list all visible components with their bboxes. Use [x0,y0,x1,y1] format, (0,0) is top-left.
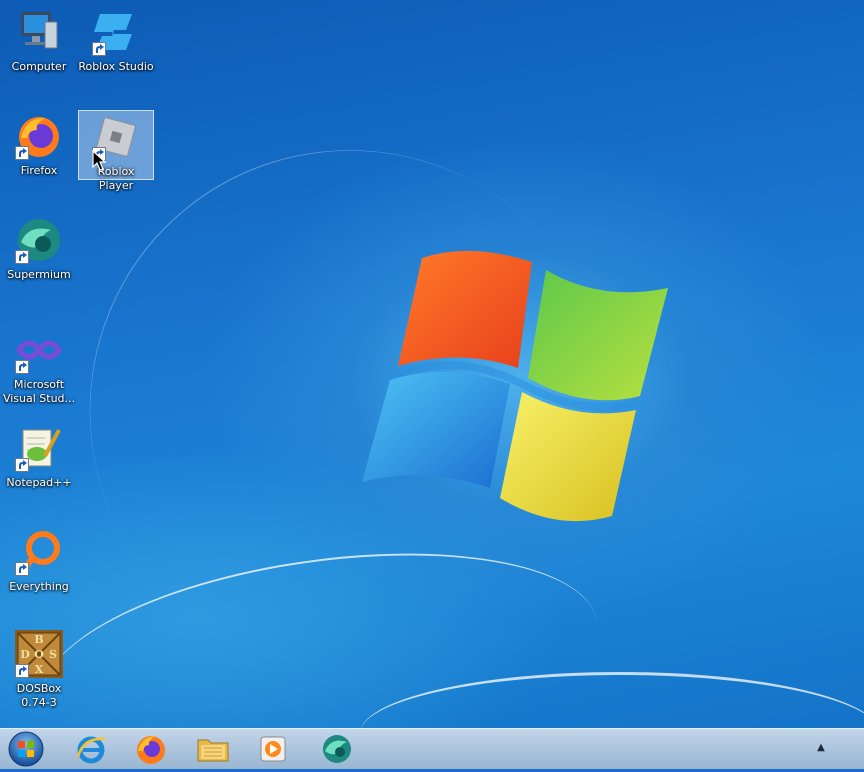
icon-label-line2: 0.74-3 [21,696,57,709]
taskbar-firefox[interactable] [124,731,178,767]
desktop[interactable]: Computer Roblox Studio Firefox Roblox Pl… [0,0,864,728]
icon-label: Everything [9,580,69,593]
shortcut-arrow-icon [15,250,29,264]
roblox-studio-icon [92,8,140,56]
desktop-icon-roblox-player[interactable]: Roblox Player [78,110,154,192]
shortcut-arrow-icon [15,360,29,374]
dosbox-letter-b: B [34,633,43,646]
taskbar-supermium[interactable] [310,731,364,767]
taskbar[interactable]: ▲ [0,728,864,769]
icon-label-line2: Visual Stud... [2,392,76,405]
start-button[interactable] [6,730,46,768]
icon-label-line1: Microsoft [13,378,65,391]
dosbox-letter-o: O [34,648,44,661]
taskbar-file-explorer[interactable] [186,731,240,767]
visual-studio-icon [15,326,63,374]
desktop-icon-roblox-studio[interactable]: Roblox Studio [78,8,154,74]
icon-label: Roblox Player [97,165,135,192]
supermium-icon [323,735,351,763]
firefox-icon [137,736,165,764]
desktop-icon-notepadpp[interactable]: Notepad++ [1,424,77,490]
windows-logo [362,250,668,522]
desktop-icon-supermium[interactable]: Supermium [1,216,77,282]
icon-label: Roblox Studio [78,60,154,73]
desktop-icon-visual-studio[interactable]: Microsoft Visual Stud... [1,326,77,406]
shortcut-arrow-icon [15,562,29,576]
firefox-icon [15,112,63,160]
desktop-icon-everything[interactable]: Everything [1,528,77,594]
icon-label: Notepad++ [6,476,72,489]
notepadpp-icon [15,424,63,472]
icon-label: Computer [11,60,67,73]
computer-icon [15,8,63,56]
desktop-icon-dosbox[interactable]: B D O S X DOSBox 0.74-3 [1,630,77,710]
shortcut-arrow-icon [15,458,29,472]
dosbox-letter-x: X [35,663,44,676]
internet-explorer-icon [76,736,106,764]
icon-label: Supermium [7,268,71,281]
desktop-icon-firefox[interactable]: Firefox [1,112,77,178]
taskbar-internet-explorer[interactable] [64,731,118,767]
icon-label-line1: DOSBox [16,682,62,695]
shortcut-arrow-icon [92,42,106,56]
dosbox-icon: B D O S X [15,630,63,678]
dosbox-letter-s: S [49,648,57,661]
shortcut-arrow-icon [15,146,29,160]
everything-icon [15,528,63,576]
start-orb-icon [8,731,44,767]
file-explorer-icon [197,739,229,762]
media-player-icon [260,736,286,762]
supermium-icon [15,216,63,264]
shortcut-arrow-icon [15,664,29,678]
icon-label: Firefox [20,164,58,177]
show-hidden-icons-button[interactable]: ▲ [812,739,830,757]
mouse-cursor-icon [92,150,106,171]
dosbox-letter-d: D [20,648,30,661]
taskbar-media-player[interactable] [246,731,300,767]
desktop-icon-computer[interactable]: Computer [1,8,77,74]
